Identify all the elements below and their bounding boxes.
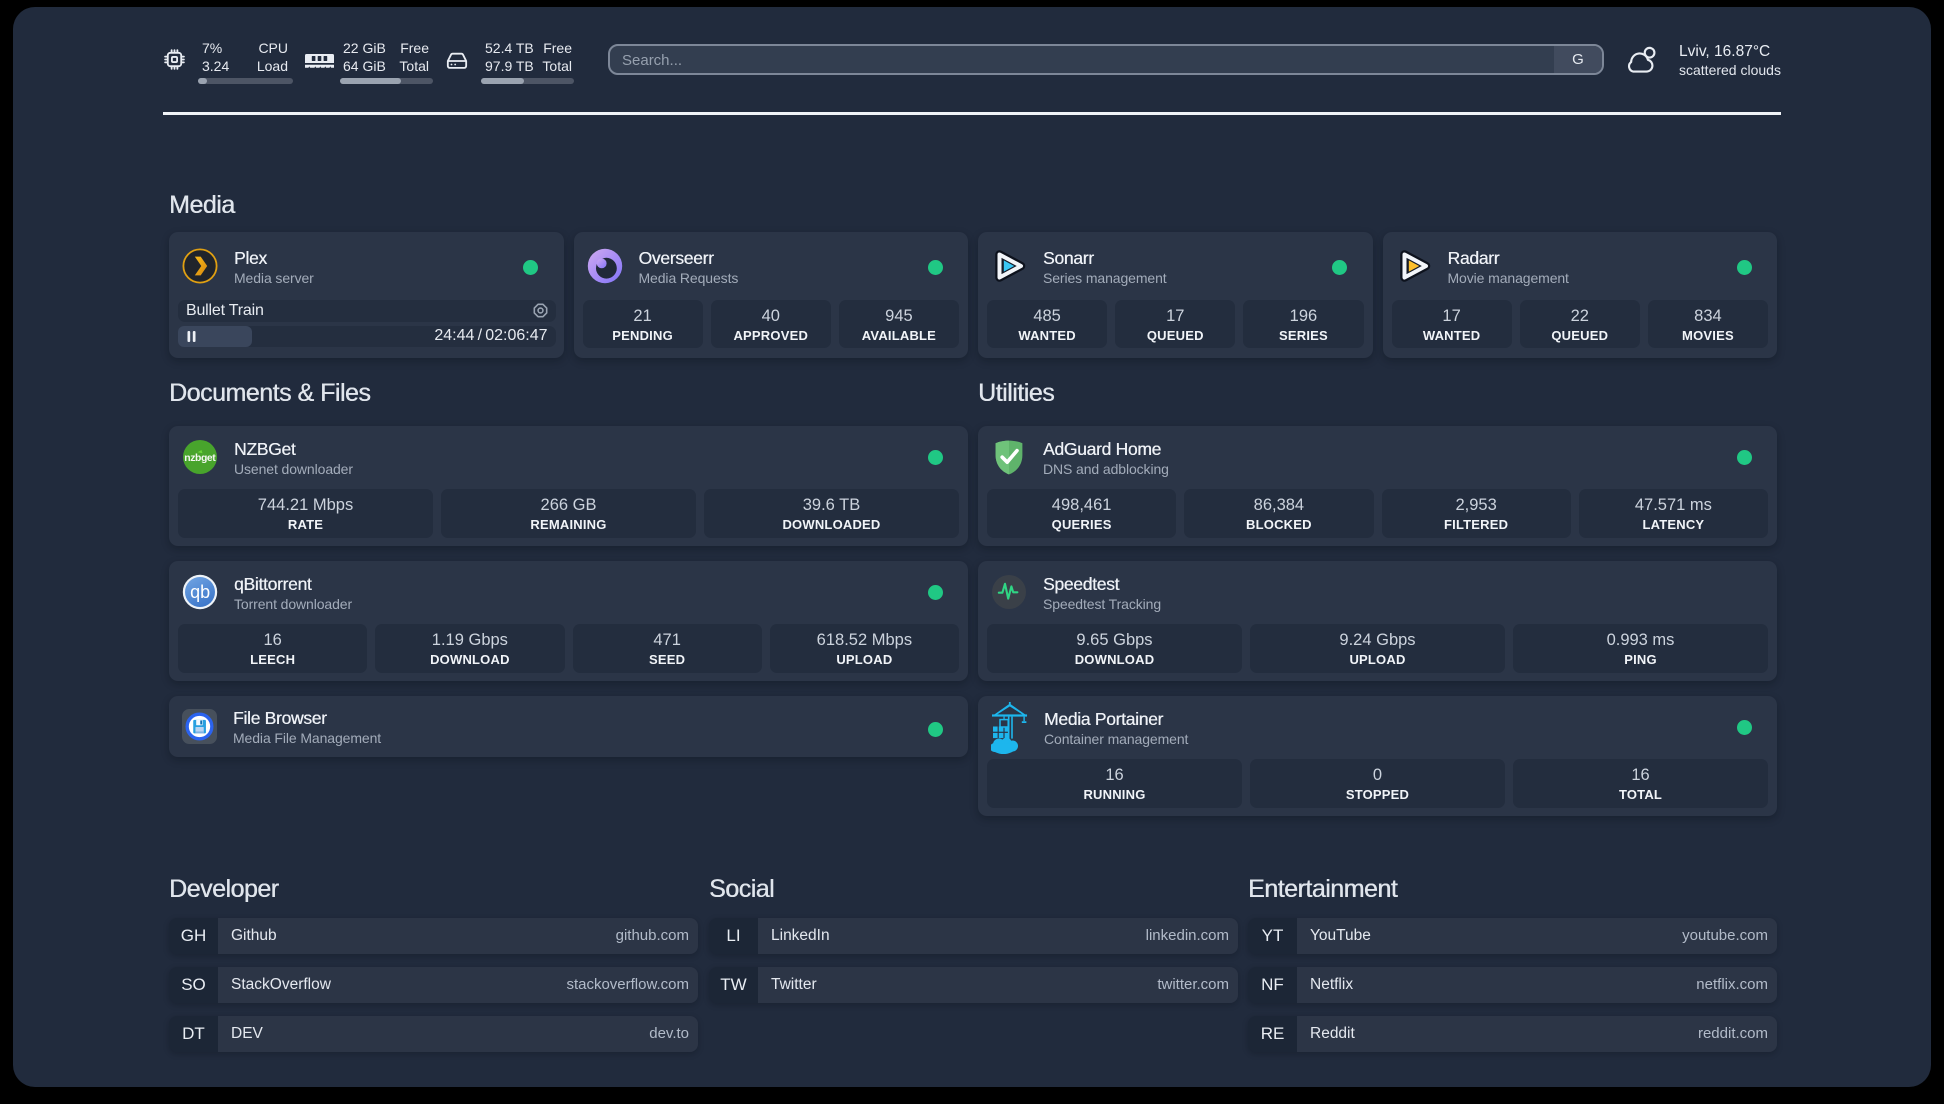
svg-text:nzbget: nzbget [184, 453, 216, 464]
svg-text:qb: qb [190, 582, 210, 602]
